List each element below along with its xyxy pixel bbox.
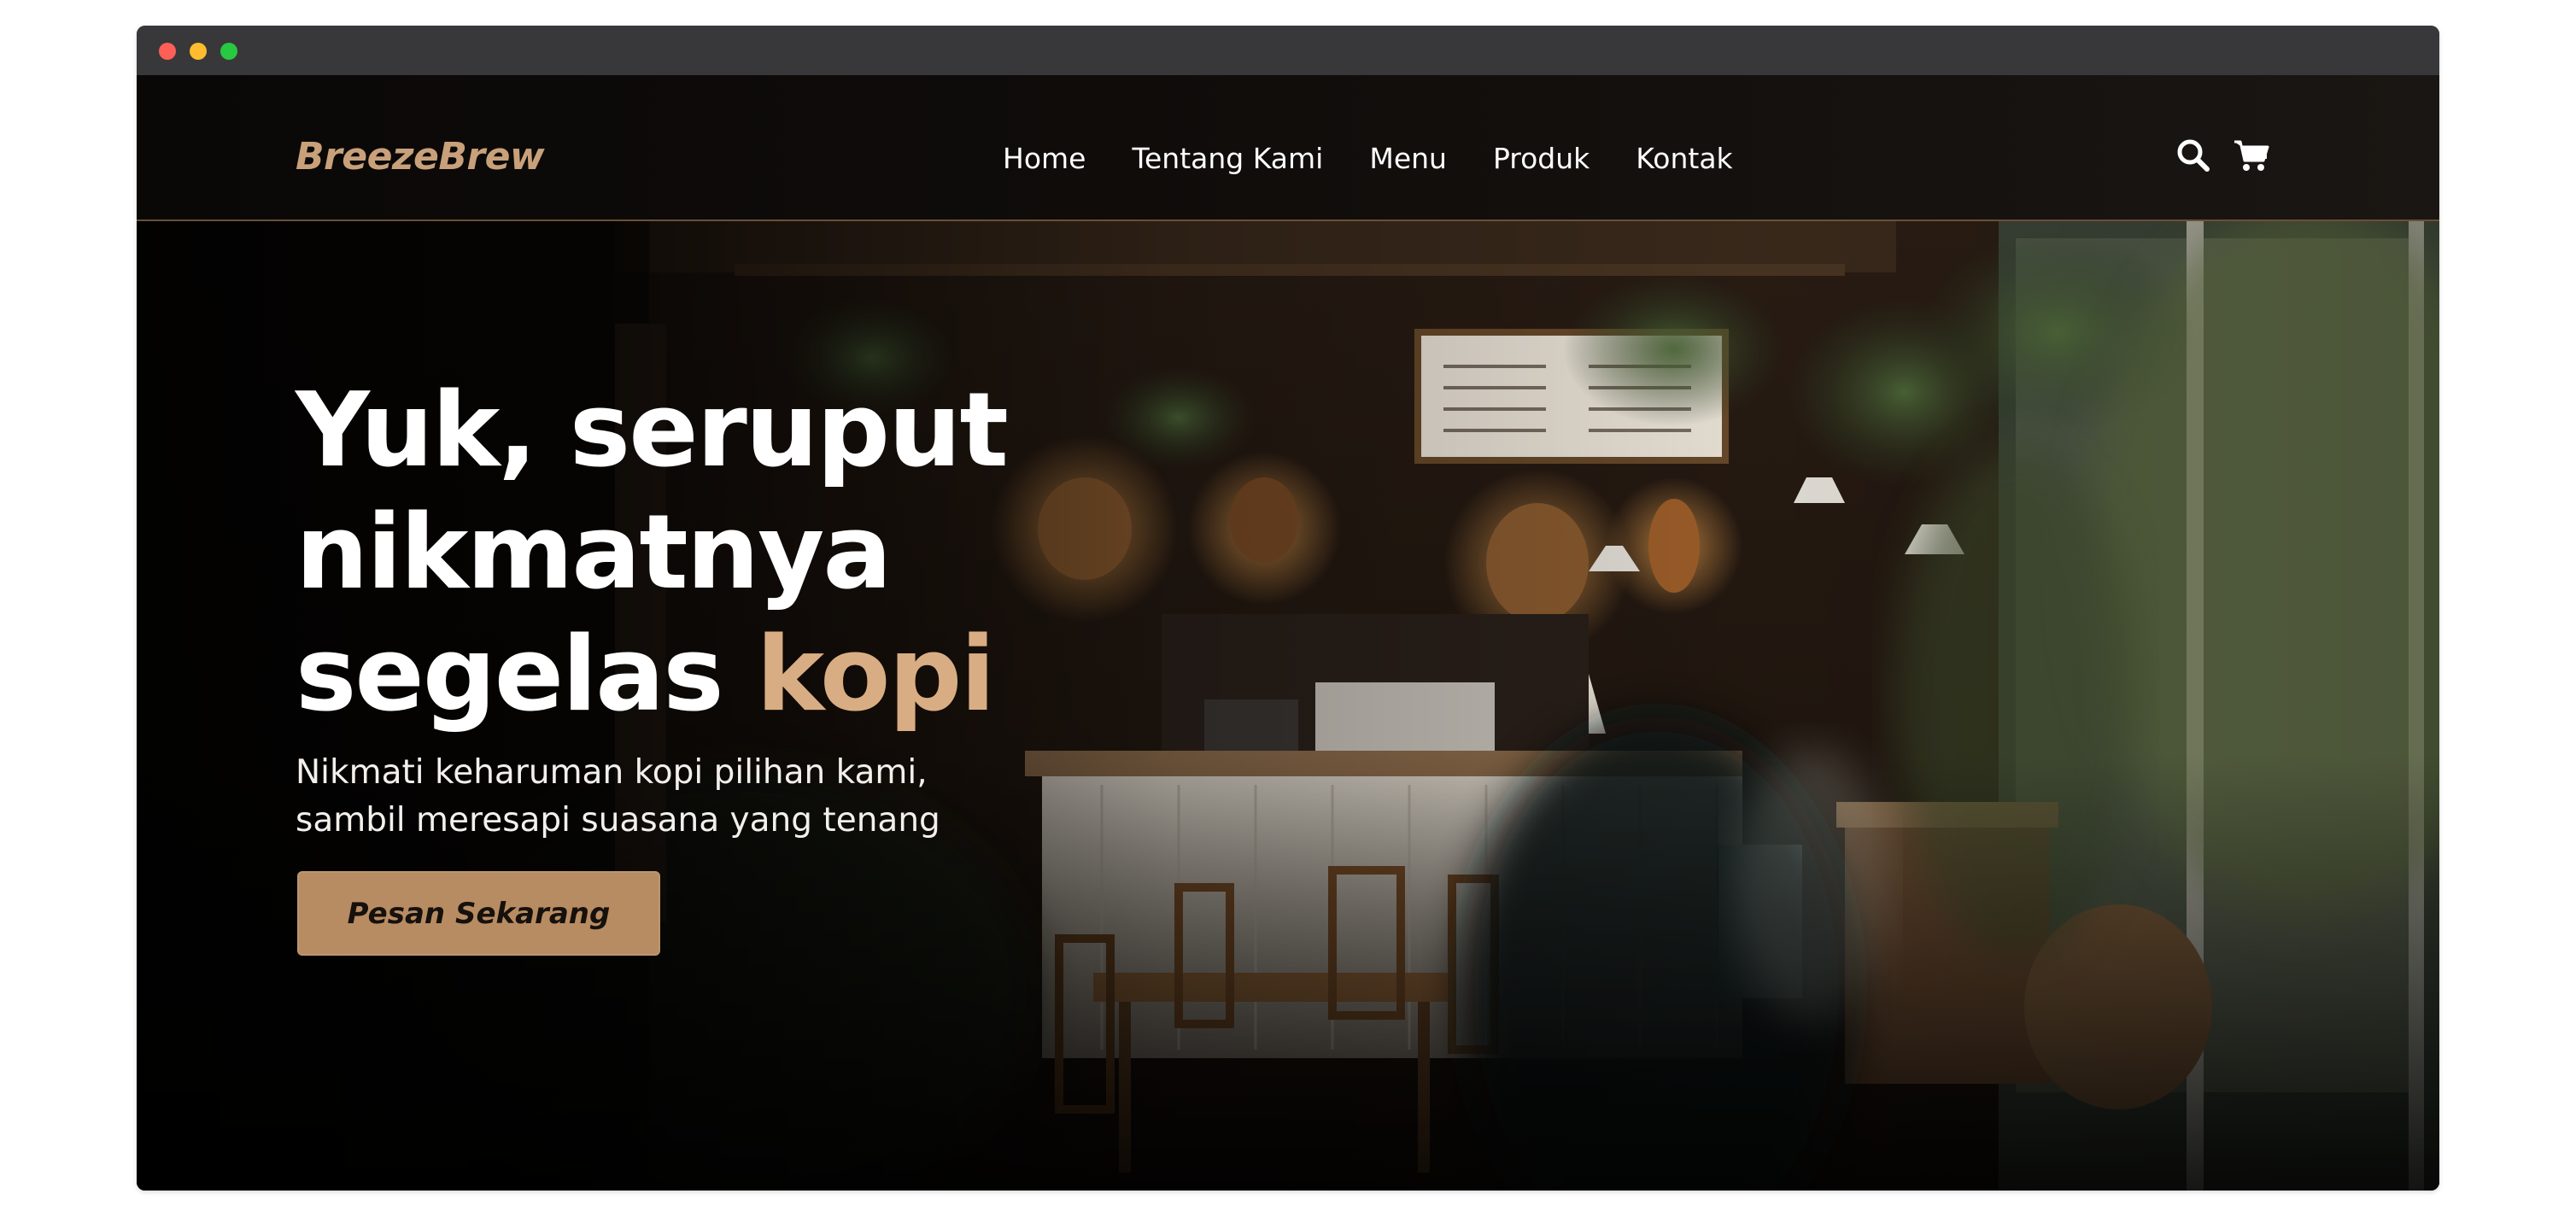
nav-link-kontak[interactable]: Kontak (1636, 142, 1732, 175)
hero-title-line2: nikmatnya (296, 494, 892, 612)
zoom-window-button[interactable] (220, 43, 237, 60)
nav-icons (2175, 137, 2270, 174)
hero-title-line1: Yuk, seruput (296, 372, 1009, 490)
hero-title-line3: segelas (296, 616, 757, 734)
browser-window: BreezeBrew Home Tentang Kami Menu Produk… (137, 26, 2439, 1191)
order-now-button[interactable]: Pesan Sekarang (297, 871, 660, 956)
search-icon[interactable] (2175, 137, 2212, 174)
nav-link-tentang-kami[interactable]: Tentang Kami (1132, 142, 1323, 175)
hero-subtitle-line1: Nikmati keharuman kopi pilihan kami, (296, 753, 928, 792)
hero-subtitle-line2: sambil meresapi suasana yang tenang (296, 801, 940, 840)
minimize-window-button[interactable] (190, 43, 207, 60)
site-logo[interactable]: BreezeBrew (296, 135, 545, 178)
main-nav: Home Tentang Kami Menu Produk Kontak (1003, 142, 1779, 175)
nav-link-menu[interactable]: Menu (1369, 142, 1447, 175)
window-titlebar (137, 26, 2439, 75)
hero-subtitle: Nikmati keharuman kopi pilihan kami, sam… (296, 749, 996, 845)
hero-section: Yuk, seruput nikmatnya segelas kopi Nikm… (137, 221, 2439, 1191)
site-navbar: BreezeBrew Home Tentang Kami Menu Produk… (137, 75, 2439, 221)
hero-title: Yuk, seruput nikmatnya segelas kopi (296, 370, 1009, 736)
nav-link-produk[interactable]: Produk (1493, 142, 1590, 175)
close-window-button[interactable] (159, 43, 176, 60)
hero-title-accent: kopi (756, 616, 995, 734)
cart-icon[interactable] (2233, 137, 2270, 174)
nav-link-home[interactable]: Home (1003, 142, 1086, 175)
